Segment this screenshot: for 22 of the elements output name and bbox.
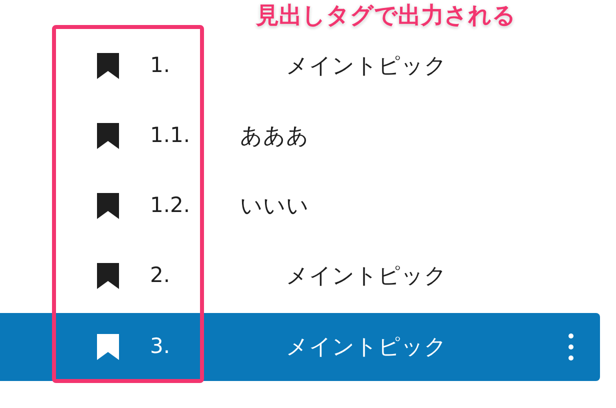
annotation-label: 見出しタグで出力される	[256, 2, 516, 30]
bookmark-icon	[97, 53, 119, 79]
heading-title: メイントピック	[286, 52, 447, 80]
heading-number: 1.	[150, 52, 172, 80]
heading-number: 3.	[150, 333, 172, 360]
heading-title: メイントピック	[286, 334, 447, 362]
heading-row[interactable]: 2. メイントピック	[0, 241, 600, 311]
bookmark-icon	[97, 263, 119, 289]
heading-title: あああ	[240, 122, 309, 150]
bookmark-icon	[97, 123, 119, 149]
heading-title: メイントピック	[286, 262, 447, 290]
bookmark-icon	[97, 193, 119, 219]
selected-heading-row[interactable]: 3. メイントピック	[0, 313, 600, 381]
heading-number: 1.1.	[150, 122, 192, 150]
heading-number: 2.	[150, 262, 172, 290]
heading-row[interactable]: 1.1. あああ	[0, 101, 600, 171]
heading-title: いいい	[240, 192, 309, 220]
bookmark-icon	[97, 334, 119, 360]
heading-row[interactable]: 1.2. いいい	[0, 171, 600, 241]
more-options-icon[interactable]	[568, 333, 574, 361]
heading-row[interactable]: 1. メイントピック	[0, 31, 600, 101]
heading-number: 1.2.	[150, 192, 192, 220]
